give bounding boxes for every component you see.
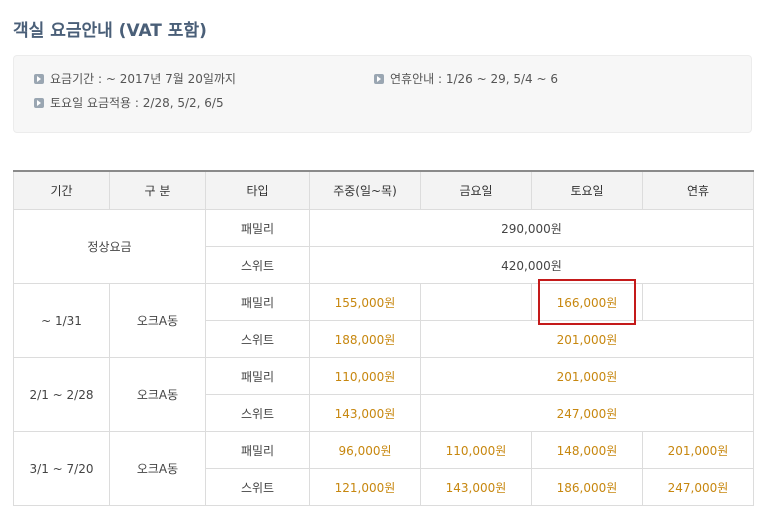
price-cell: 201,000원 [420, 357, 754, 395]
price-cell: 247,000원 [642, 468, 754, 506]
table-header-row: 기간 구 분 타입 주중(일~목) 금요일 토요일 연휴 [13, 170, 754, 210]
price-cell: 186,000원 [531, 468, 643, 506]
info-holiday: 연휴안내 : 1/26 ~ 29, 5/4 ~ 6 [374, 70, 558, 87]
price-cell: 155,000원 [309, 283, 421, 321]
category-cell: 오크A동 [109, 431, 206, 506]
period-cell: ~ 1/31 [13, 283, 110, 358]
category-cell: 오크A동 [109, 283, 206, 358]
period-cell: 2/1 ~ 2/28 [13, 357, 110, 432]
type-cell: 패밀리 [205, 431, 310, 469]
info-box: 요금기간 : ~ 2017년 7월 20일까지 연휴안내 : 1/26 ~ 29… [13, 55, 752, 133]
type-cell: 패밀리 [205, 209, 310, 247]
bullet-icon [34, 73, 44, 84]
type-cell: 스위트 [205, 468, 310, 506]
header-friday: 금요일 [420, 170, 532, 210]
type-cell: 스위트 [205, 246, 310, 284]
category-cell: 오크A동 [109, 357, 206, 432]
info-holiday-text: 연휴안내 : 1/26 ~ 29, 5/4 ~ 6 [390, 72, 558, 86]
highlight-box [538, 279, 636, 325]
type-cell: 스위트 [205, 394, 310, 432]
regular-label: 정상요금 [13, 209, 206, 284]
type-cell: 패밀리 [205, 357, 310, 395]
price-cell: 143,000원 [309, 394, 421, 432]
page-title: 객실 요금안내 (VAT 포함) [13, 21, 207, 41]
info-saturday: 토요일 요금적용 : 2/28, 5/2, 6/5 [34, 94, 224, 111]
bullet-icon [374, 73, 384, 84]
type-cell: 스위트 [205, 320, 310, 358]
rate-table: 기간 구 분 타입 주중(일~목) 금요일 토요일 연휴 정상요금 패밀리 29… [13, 170, 754, 506]
price-cell: 110,000원 [420, 431, 532, 469]
highlighted-price-cell: 166,000원 [531, 279, 643, 325]
info-saturday-text: 토요일 요금적용 : 2/28, 5/2, 6/5 [50, 96, 224, 110]
table-row: 2/1 ~ 2/28 오크A동 패밀리 110,000원 201,000원 [13, 357, 754, 432]
price-cell: 201,000원 [642, 431, 754, 469]
price-cell: 290,000원 [309, 209, 754, 247]
price-cell: 247,000원 [420, 394, 754, 432]
header-period: 기간 [13, 170, 110, 210]
info-period: 요금기간 : ~ 2017년 7월 20일까지 [34, 70, 236, 87]
price-cell: 121,000원 [309, 468, 421, 506]
header-weekday: 주중(일~목) [309, 170, 421, 210]
header-saturday: 토요일 [531, 170, 643, 210]
price-cell: 143,000원 [420, 468, 532, 506]
price-cell: 148,000원 [531, 431, 643, 469]
bullet-icon [34, 97, 44, 108]
price-cell: 201,000원 [420, 320, 754, 358]
price-cell: 96,000원 [309, 431, 421, 469]
empty-cell [420, 283, 532, 321]
header-holiday: 연휴 [642, 170, 754, 210]
price-cell: 110,000원 [309, 357, 421, 395]
period-cell: 3/1 ~ 7/20 [13, 431, 110, 506]
table-row: 3/1 ~ 7/20 오크A동 패밀리 96,000원 110,000원 148… [13, 431, 754, 506]
price-cell: 188,000원 [309, 320, 421, 358]
info-period-text: 요금기간 : ~ 2017년 7월 20일까지 [50, 72, 236, 86]
empty-cell [642, 283, 754, 321]
type-cell: 패밀리 [205, 283, 310, 321]
header-category: 구 분 [109, 170, 206, 210]
header-type: 타입 [205, 170, 310, 210]
table-row: ~ 1/31 오크A동 패밀리 155,000원 166,000원 [13, 279, 754, 358]
table-row: 정상요금 패밀리 290,000원 [13, 209, 754, 284]
price-cell: 420,000원 [309, 246, 754, 284]
